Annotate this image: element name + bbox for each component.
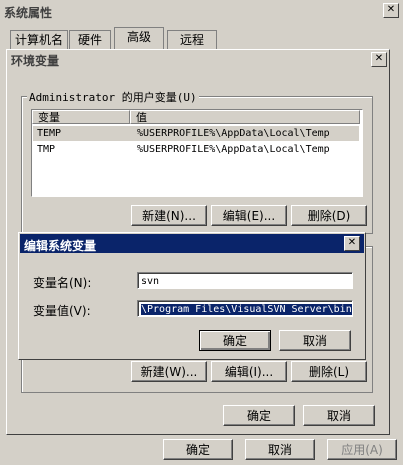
table-row[interactable]: TMP %USERPROFILE%\AppData\Local\Temp (33, 142, 359, 157)
tab-label: 计算机名 (14, 33, 63, 47)
envvars-title: 环境变量 (11, 54, 60, 68)
variable-name-label: 变量名(N): (33, 276, 92, 290)
user-new-button[interactable]: 新建(N)... (131, 205, 207, 226)
selected-text: \Program Files\VisualSVN Server\bin (141, 304, 352, 315)
system-properties-titlebar: 系统属性 ✕ (0, 0, 403, 20)
user-variables-list[interactable]: 变量 值 TEMP %USERPROFILE%\AppData\Local\Te… (31, 109, 363, 197)
sysprops-apply-button[interactable]: 应用(A) (327, 439, 397, 460)
envvars-close-icon[interactable]: ✕ (371, 52, 387, 67)
envvars-cancel-button[interactable]: 取消 (303, 405, 375, 426)
envvars-ok-button[interactable]: 确定 (223, 405, 295, 426)
tab-computer-name[interactable]: 计算机名 (10, 30, 68, 49)
variable-value-input[interactable]: \Program Files\VisualSVN Server\bin (137, 300, 353, 317)
column-header-value[interactable]: 值 (130, 110, 360, 124)
row-value: %USERPROFILE%\AppData\Local\Temp (137, 144, 330, 155)
table-row[interactable]: TEMP %USERPROFILE%\AppData\Local\Temp (33, 126, 359, 141)
variable-name-input[interactable]: svn (137, 272, 353, 289)
sysprops-cancel-button[interactable]: 取消 (245, 439, 315, 460)
tab-remote[interactable]: 远程 (167, 30, 217, 49)
row-name: TEMP (37, 128, 62, 139)
editdlg-title: 编辑系统变量 (24, 239, 97, 253)
edit-system-variable-dialog: 编辑系统变量 ✕ 变量名(N): svn 变量值(V): \Program Fi… (18, 232, 366, 360)
variable-value-label: 变量值(V): (33, 304, 91, 318)
user-variables-group-label: Administrator 的用户变量(U) (27, 89, 199, 105)
editdlg-cancel-button[interactable]: 取消 (279, 330, 351, 351)
system-edit-button[interactable]: 编辑(I)... (211, 361, 287, 382)
editdlg-ok-button[interactable]: 确定 (199, 330, 271, 351)
system-new-button[interactable]: 新建(W)... (131, 361, 207, 382)
tab-label: 远程 (179, 33, 204, 47)
system-delete-button[interactable]: 删除(L) (291, 361, 367, 382)
row-name: TMP (37, 144, 56, 155)
user-edit-button[interactable]: 编辑(E)... (211, 205, 287, 226)
tab-label: 高级 (126, 30, 151, 44)
system-properties-title: 系统属性 (4, 6, 53, 20)
tab-hardware[interactable]: 硬件 (69, 30, 111, 49)
row-value: %USERPROFILE%\AppData\Local\Temp (137, 128, 330, 139)
tab-advanced[interactable]: 高级 (114, 27, 164, 49)
user-delete-button[interactable]: 删除(D) (291, 205, 367, 226)
envvars-titlebar: 环境变量 ✕ (7, 50, 389, 68)
sysprops-ok-button[interactable]: 确定 (163, 439, 233, 460)
tab-label: 硬件 (77, 33, 102, 47)
column-header-variable[interactable]: 变量 (32, 110, 130, 124)
system-properties-close-icon[interactable]: ✕ (383, 3, 399, 18)
editdlg-close-icon[interactable]: ✕ (344, 236, 360, 251)
editdlg-titlebar: 编辑系统变量 ✕ (20, 234, 364, 253)
